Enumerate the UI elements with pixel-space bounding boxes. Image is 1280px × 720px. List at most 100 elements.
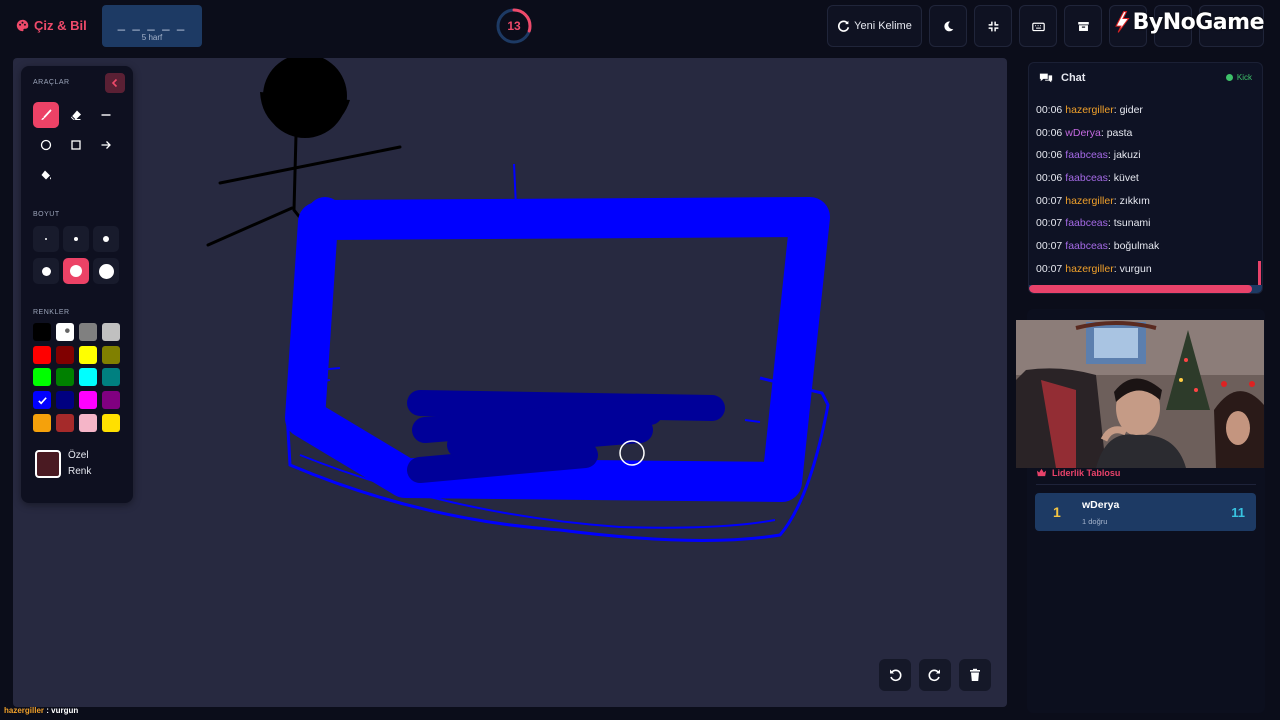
refresh-icon (838, 20, 850, 32)
brand[interactable]: Çiz & Bil (16, 18, 87, 33)
color-swatch[interactable] (102, 368, 120, 387)
new-word-label: Yeni Kelime (854, 20, 912, 32)
color-swatch[interactable] (56, 345, 74, 364)
leaderboard-title-text: Liderlik Tablosu (1052, 467, 1121, 478)
chat-message-text: : gider (1113, 104, 1143, 116)
drawing-canvas[interactable] (13, 58, 1007, 707)
clear-canvas-button[interactable] (959, 659, 991, 691)
size-option-2[interactable] (63, 226, 89, 252)
size-dot (103, 236, 109, 242)
archive-button[interactable] (1064, 5, 1102, 47)
size-option-5[interactable] (63, 258, 89, 284)
chat-message-user: faabceas (1065, 172, 1108, 185)
chat-message: 00:07 faabceas: boğulmak (1036, 235, 1256, 258)
color-swatch[interactable] (102, 345, 120, 364)
line-tool[interactable] (93, 102, 119, 128)
chat-message-time: 00:06 (1036, 126, 1063, 139)
chat-scrollbar[interactable] (1258, 261, 1261, 287)
color-swatch[interactable] (79, 413, 97, 432)
line-icon (101, 114, 111, 116)
color-swatch[interactable] (79, 323, 97, 341)
size-dot (98, 263, 114, 279)
color-swatch[interactable] (79, 391, 97, 410)
color-swatch[interactable] (102, 413, 120, 432)
size-option-4[interactable] (33, 258, 59, 284)
chat-message-text: : vurgun (1113, 262, 1152, 275)
word-mask: _ _ _ _ _ (117, 16, 187, 31)
chat-message-user: faabceas (1065, 217, 1108, 230)
chat-message-time: 00:07 (1036, 217, 1063, 230)
chat-title: Chat (1061, 72, 1086, 84)
arrow-right-icon (101, 141, 111, 149)
compress-icon (988, 21, 998, 31)
chat-message-text: : pasta (1100, 126, 1133, 139)
arrow-tool[interactable] (93, 132, 119, 158)
leader-rank: 1 (1053, 504, 1061, 520)
color-swatch[interactable] (33, 323, 51, 341)
brush-tool[interactable] (33, 102, 59, 128)
rectangle-tool[interactable] (63, 132, 89, 158)
color-swatch[interactable] (79, 368, 97, 387)
color-swatch[interactable] (33, 413, 51, 432)
undo-button[interactable] (879, 659, 911, 691)
color-swatch[interactable] (33, 368, 51, 387)
size-option-3[interactable] (93, 226, 119, 252)
keyboard-icon (1031, 22, 1045, 31)
chat-messages: 00:06 hazergiller: gider 00:06 wDerya: past… (1036, 99, 1256, 281)
trash-icon (970, 668, 980, 681)
leaderboard-divider (1036, 484, 1256, 485)
leaderboard-row[interactable]: 1 wDerya 1 doğru 11 (1035, 493, 1256, 531)
color-swatch[interactable] (56, 391, 74, 410)
chat-message-text: : tsunami (1107, 217, 1151, 230)
color-swatch[interactable] (56, 368, 74, 387)
archive-icon (1077, 21, 1089, 31)
eraser-tool[interactable] (63, 102, 89, 128)
keyboard-button[interactable] (1019, 5, 1057, 47)
fullscreen-button[interactable] (974, 5, 1012, 47)
chat-message: 00:06 faabceas: jakuzi (1036, 144, 1256, 167)
eraser-icon (71, 110, 81, 120)
status-dot (1225, 74, 1233, 81)
word-hint: _ _ _ _ _ 5 harf (102, 5, 202, 47)
custom-color-swatch[interactable] (35, 450, 61, 478)
round-timer: 13 (495, 7, 533, 45)
leaderboard-title: Liderlik Tablosu (1036, 467, 1120, 478)
custom-color-label: Özel Renk (68, 450, 92, 477)
comments-icon (1039, 73, 1053, 83)
circle-tool[interactable] (33, 132, 59, 158)
leader-name: wDerya (1082, 499, 1120, 511)
timer-value: 13 (507, 19, 521, 33)
status-text: : vurgun (44, 706, 79, 715)
webcam-feed (1016, 320, 1264, 468)
redo-button[interactable] (919, 659, 951, 691)
leader-correct-count: 1 doğru (1082, 517, 1108, 526)
color-swatch[interactable] (33, 345, 51, 364)
top-bar: Çiz & Bil _ _ _ _ _ 5 harf 13 Yeni Kelim… (0, 0, 1280, 52)
color-swatch[interactable] (56, 413, 74, 432)
chat-message-user: hazergiller (1065, 262, 1114, 275)
collapse-panel-button[interactable] (105, 73, 125, 93)
check-icon (37, 396, 47, 405)
chat-message: 00:06 hazergiller: gider (1036, 99, 1256, 122)
color-swatch[interactable] (102, 391, 120, 410)
color-swatch[interactable] (56, 323, 74, 341)
new-word-button[interactable]: Yeni Kelime (827, 5, 922, 47)
color-swatch[interactable] (33, 391, 51, 410)
custom-color-button[interactable]: Özel Renk (35, 448, 108, 480)
color-swatch[interactable] (102, 323, 120, 341)
chat-message-time: 00:06 (1036, 104, 1063, 116)
chat-message-user: hazergiller (1065, 104, 1114, 116)
size-option-6[interactable] (93, 258, 119, 284)
webcam-overlay (1016, 320, 1264, 468)
colors-title: RENKLER (33, 309, 70, 316)
theme-toggle-button[interactable] (929, 5, 967, 47)
chat-message-time: 00:06 (1036, 149, 1063, 162)
fill-tool[interactable] (33, 162, 59, 188)
chat-header: Chat (1039, 71, 1085, 85)
chat-scroll-track[interactable] (1029, 285, 1262, 293)
chat-message-text: : jakuzi (1107, 149, 1141, 162)
watermark-logo-icon (1115, 11, 1130, 33)
color-swatch[interactable] (79, 345, 97, 364)
size-option-1[interactable] (33, 226, 59, 252)
chat-panel: Chat Kick 00:06 hazergiller: gider 00:06 wD… (1028, 62, 1263, 294)
